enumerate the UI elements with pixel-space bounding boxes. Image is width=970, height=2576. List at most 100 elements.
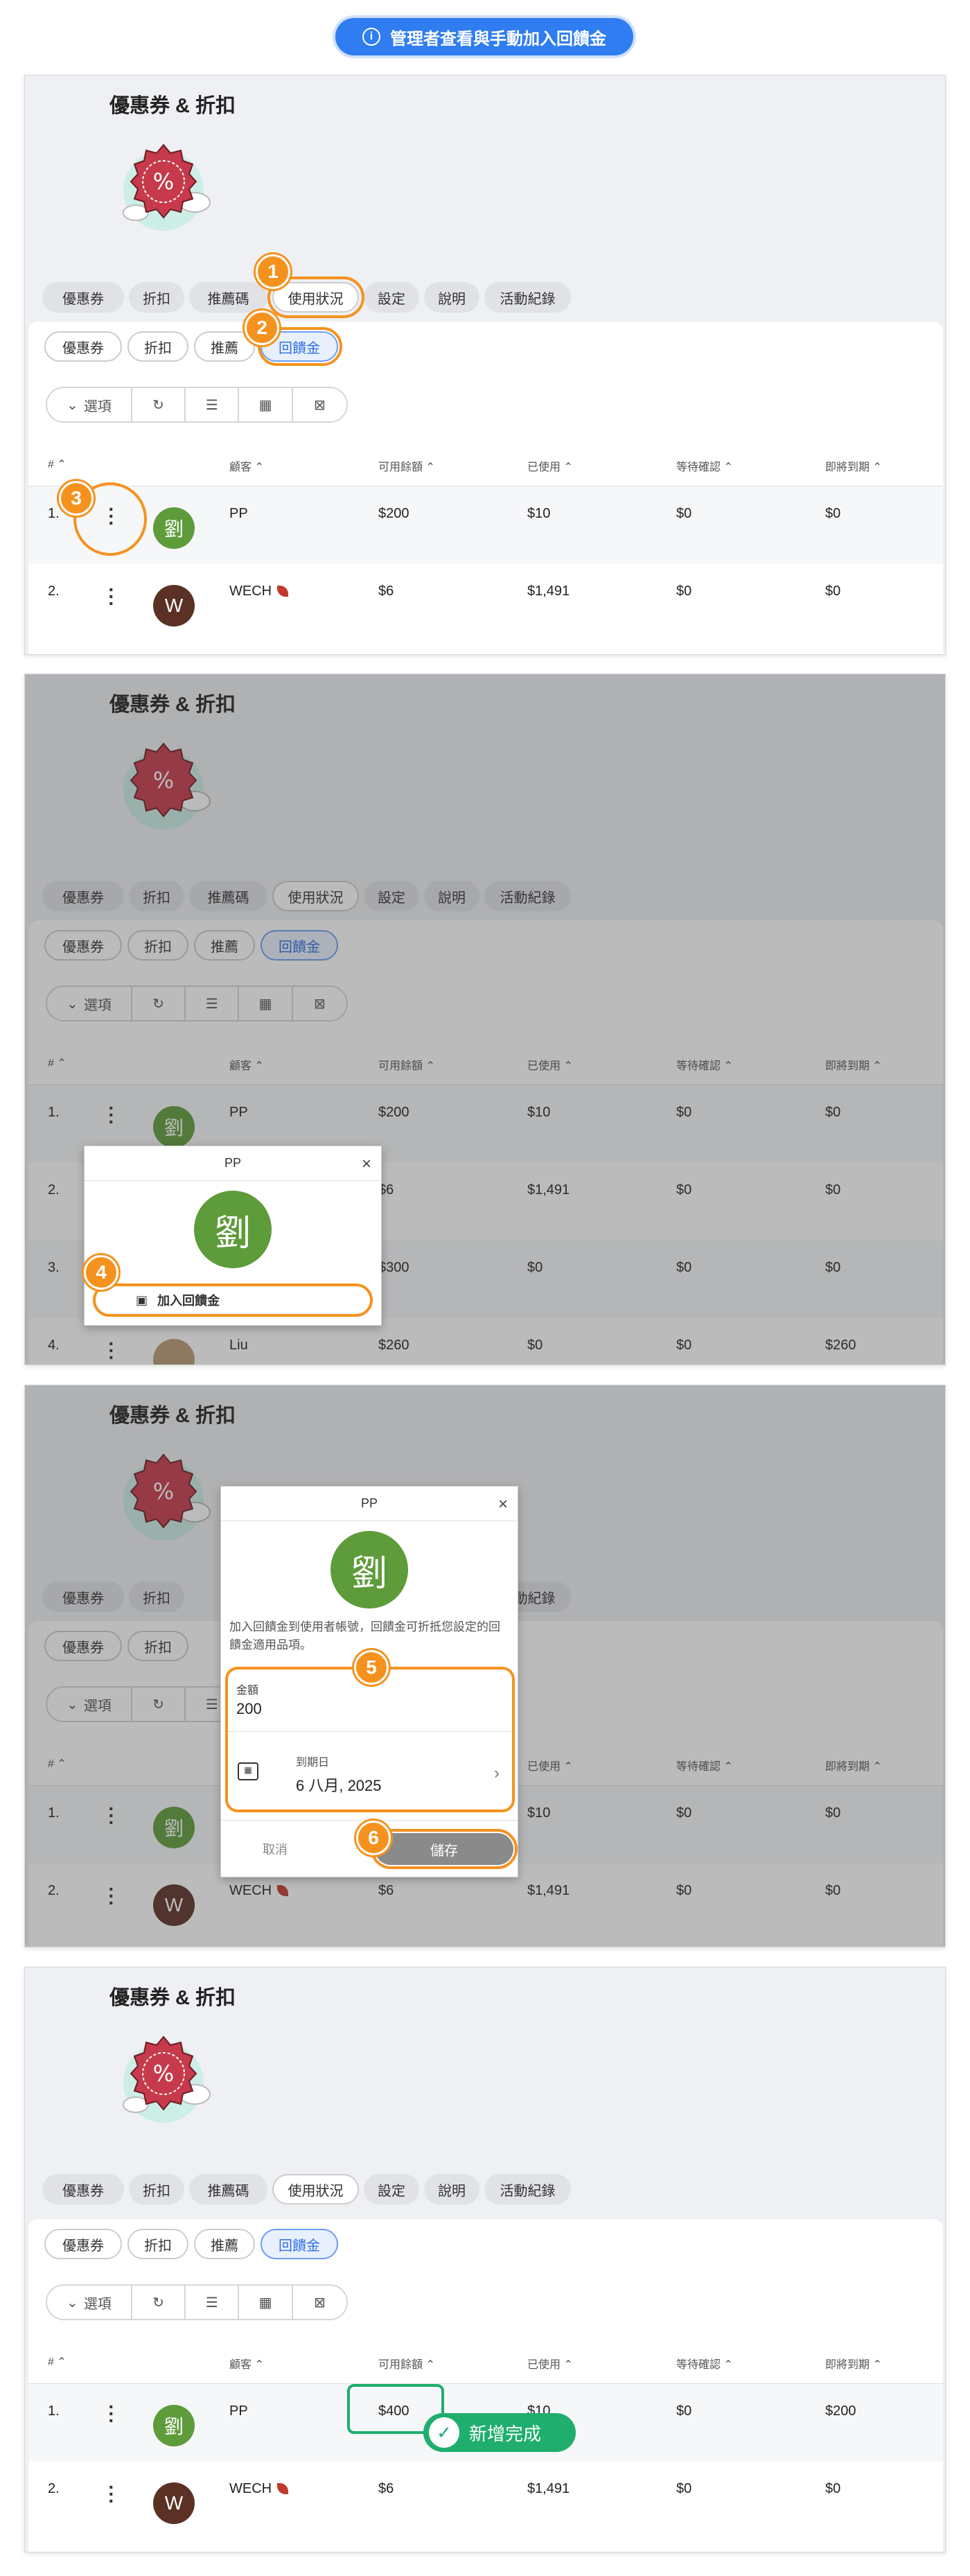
usage-card: 優惠券 折扣 推薦 回饋金 ⌄ 選項 ↻ ☰ ▦ ⊠ # ⌃ 顧客 ⌃ 可用餘額 … bbox=[28, 2219, 943, 2552]
col-balance[interactable]: 可用餘額 ⌃ bbox=[378, 457, 435, 474]
tab-discounts[interactable]: 折扣 bbox=[129, 282, 184, 313]
more-actions-icon[interactable]: · · · bbox=[105, 580, 118, 613]
avatar-wrap: 劉 bbox=[221, 1521, 518, 1609]
svg-text:%: % bbox=[153, 2060, 174, 2087]
banner-text: 管理者查看與手動加入回饋金 bbox=[390, 29, 606, 49]
step-2-badge: 2 bbox=[245, 310, 279, 345]
add-rewards-menu-item[interactable]: ▣ 加入回饋金 bbox=[93, 1283, 373, 1317]
subtab-coupons[interactable]: 優惠券 bbox=[44, 331, 122, 362]
customer-name[interactable]: WECH bbox=[229, 2481, 289, 2497]
table-row[interactable]: 2. · · · W WECH $6 $1,491 $0 $0 bbox=[28, 564, 943, 642]
tab-referral-codes[interactable]: 推薦碼 bbox=[189, 2174, 267, 2205]
filter-sliders-icon[interactable]: ☰ bbox=[186, 388, 240, 421]
close-icon[interactable]: × bbox=[498, 1495, 508, 1514]
close-icon[interactable]: × bbox=[362, 1155, 371, 1174]
avatar: 劉 bbox=[194, 1191, 272, 1268]
usage-card: 優惠券 折扣 推薦 回饋金 2 ⌄ 選項 ↻ ☰ ▦ ⊠ # ⌃ 顧客 ⌃ 可用餘… bbox=[28, 310, 943, 654]
refresh-icon[interactable]: ↻ bbox=[132, 2286, 186, 2319]
leaf-icon bbox=[277, 586, 289, 597]
balance: $200 bbox=[378, 506, 409, 521]
row-index: 2. bbox=[48, 584, 60, 599]
tab-activity-log[interactable]: 活動紀錄 bbox=[484, 282, 571, 313]
avatar: W bbox=[153, 585, 195, 627]
row-index: 2. bbox=[48, 2481, 60, 2496]
col-customer[interactable]: 顧客 ⌃ bbox=[229, 2355, 264, 2372]
tab-coupons[interactable]: 優惠券 bbox=[42, 2174, 124, 2205]
svg-text:%: % bbox=[153, 168, 174, 195]
col-index[interactable]: # ⌃ bbox=[48, 2355, 67, 2369]
balance: $6 bbox=[378, 584, 394, 599]
pending: $0 bbox=[676, 2403, 692, 2419]
table-row[interactable]: 1. · · · 劉 PP $200 $10 $0 $0 3 bbox=[28, 481, 943, 564]
page-title: 優惠券 & 折扣 bbox=[109, 95, 236, 117]
subtab-coupons[interactable]: 優惠券 bbox=[44, 2229, 122, 2259]
options-dropdown[interactable]: ⌄ 選項 bbox=[47, 2286, 132, 2319]
customer-name[interactable]: WECH bbox=[229, 584, 289, 599]
dialog-description: 加入回饋金到使用者帳號，回饋金可折抵您設定的回饋金適用品項。 bbox=[229, 1620, 500, 1651]
avatar: 劉 bbox=[153, 507, 195, 549]
col-customer[interactable]: 顧客 ⌃ bbox=[229, 457, 264, 474]
subtab-referrals[interactable]: 推薦 bbox=[194, 2229, 255, 2259]
col-used[interactable]: 已使用 ⌃ bbox=[527, 457, 573, 474]
step-panel-1: 優惠券 & 折扣 % 優惠券 折扣 推薦碼 使用狀況 設定 說明 活動紀錄 1 … bbox=[24, 75, 946, 655]
col-pending[interactable]: 等待確認 ⌃ bbox=[676, 457, 733, 474]
col-used[interactable]: 已使用 ⌃ bbox=[527, 2355, 573, 2372]
export-csv-icon[interactable]: ▦ bbox=[239, 2286, 293, 2319]
customer-name[interactable]: PP bbox=[229, 506, 248, 522]
filter-sliders-icon[interactable]: ☰ bbox=[186, 2286, 240, 2319]
step-6-highlight bbox=[371, 1829, 518, 1869]
coupon-badge-icon: % bbox=[123, 143, 211, 231]
table-row[interactable]: 1. · · · 劉 PP $400 $10 $0 $200 ✓ 新增完成 bbox=[28, 2384, 943, 2462]
col-pending[interactable]: 等待確認 ⌃ bbox=[676, 2355, 733, 2372]
table-toolbar: ⌄選項 ↻ ☰ ▦ ⊠ bbox=[46, 2284, 348, 2320]
export-excel-icon[interactable]: ⊠ bbox=[293, 2286, 346, 2319]
col-expiring[interactable]: 即將到期 ⌃ bbox=[825, 457, 882, 474]
step-panel-4: 優惠券 & 折扣 % 優惠券 折扣 推薦碼 使用狀況 設定 說明 活動紀錄 優惠… bbox=[24, 1967, 946, 2552]
col-expiring[interactable]: 即將到期 ⌃ bbox=[825, 2355, 882, 2372]
tab-usage[interactable]: 使用狀況 bbox=[272, 2174, 359, 2205]
table-row[interactable]: 2. · · · W WECH $6 $1,491 $0 $0 bbox=[28, 2462, 943, 2539]
wallet-icon: ▣ bbox=[136, 1293, 148, 1307]
step-1-badge: 1 bbox=[256, 254, 290, 289]
cancel-button[interactable]: 取消 bbox=[263, 1840, 288, 1858]
tab-settings[interactable]: 設定 bbox=[364, 2174, 419, 2205]
tab-help[interactable]: 說明 bbox=[424, 282, 479, 313]
info-icon: i bbox=[362, 28, 380, 46]
success-toast: ✓ 新增完成 bbox=[423, 2413, 576, 2452]
check-circle-icon: ✓ bbox=[429, 2417, 459, 2448]
row-index: 1. bbox=[48, 506, 60, 521]
tab-coupons[interactable]: 優惠券 bbox=[42, 282, 124, 313]
refresh-icon[interactable]: ↻ bbox=[132, 388, 186, 421]
row-index: 1. bbox=[48, 2403, 60, 2419]
used: $1,491 bbox=[527, 584, 570, 599]
info-banner: i 管理者查看與手動加入回饋金 bbox=[335, 18, 633, 55]
chevron-down-icon: ⌄ bbox=[67, 2295, 78, 2311]
col-index[interactable]: # ⌃ bbox=[48, 457, 67, 471]
options-dropdown[interactable]: ⌄ 選項 bbox=[47, 388, 132, 421]
pending: $0 bbox=[676, 2481, 692, 2496]
avatar: 劉 bbox=[153, 2405, 195, 2446]
tab-help[interactable]: 說明 bbox=[424, 2174, 479, 2205]
tab-discounts[interactable]: 折扣 bbox=[129, 2174, 184, 2205]
export-csv-icon[interactable]: ▦ bbox=[239, 388, 293, 421]
avatar: W bbox=[153, 2482, 195, 2524]
avatar: 劉 bbox=[330, 1531, 408, 1609]
customer-name[interactable]: PP bbox=[229, 2403, 248, 2419]
col-balance[interactable]: 可用餘額 ⌃ bbox=[378, 2355, 435, 2372]
subtab-rewards[interactable]: 回饋金 bbox=[261, 2229, 338, 2259]
table-toolbar: ⌄選項 ↻ ☰ ▦ ⊠ bbox=[46, 387, 348, 423]
avatar-wrap: 劉 bbox=[85, 1181, 381, 1268]
export-excel-icon[interactable]: ⊠ bbox=[293, 388, 346, 421]
more-actions-icon[interactable]: · · · bbox=[105, 2397, 118, 2430]
popup-title: PP bbox=[224, 1156, 241, 1170]
popup-header: PP × bbox=[85, 1146, 381, 1181]
tab-referral-codes[interactable]: 推薦碼 bbox=[189, 282, 267, 313]
subtab-discounts[interactable]: 折扣 bbox=[127, 331, 188, 362]
tab-settings[interactable]: 設定 bbox=[364, 282, 419, 313]
subtab-discounts[interactable]: 折扣 bbox=[127, 2229, 188, 2259]
step-5-badge: 5 bbox=[354, 1650, 389, 1685]
more-actions-icon[interactable]: · · · bbox=[105, 2478, 118, 2511]
subtab-referrals[interactable]: 推薦 bbox=[194, 331, 255, 362]
used: $1,491 bbox=[527, 2481, 570, 2496]
tab-activity-log[interactable]: 活動紀錄 bbox=[484, 2174, 571, 2205]
